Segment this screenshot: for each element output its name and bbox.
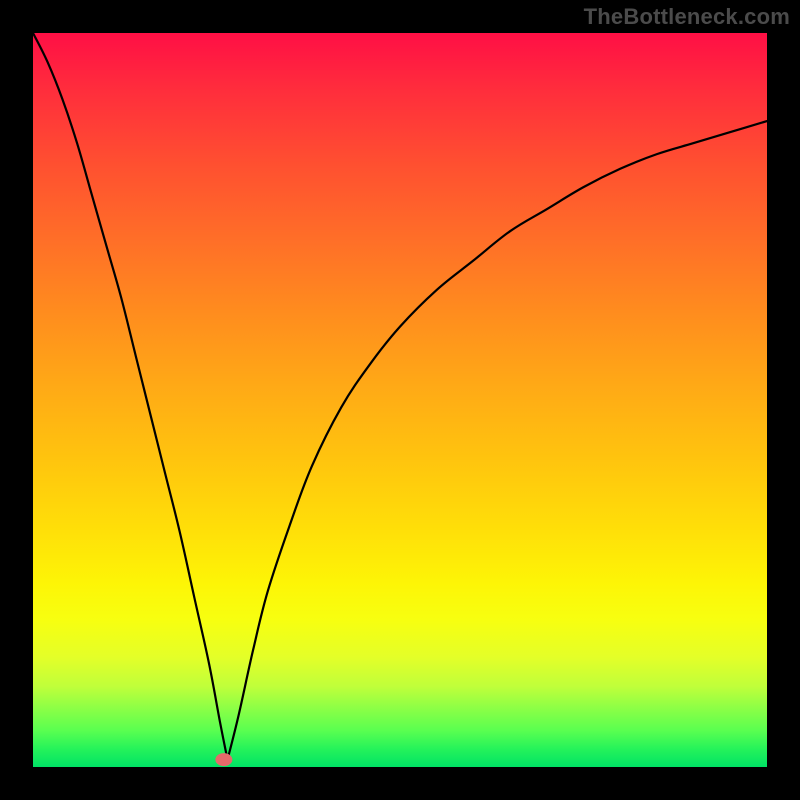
curve-left-branch bbox=[33, 33, 228, 760]
chart-frame: TheBottleneck.com bbox=[0, 0, 800, 800]
plot-area bbox=[33, 33, 767, 767]
bottleneck-curve bbox=[33, 33, 767, 767]
watermark-text: TheBottleneck.com bbox=[584, 4, 790, 30]
minimum-marker bbox=[216, 754, 232, 766]
curve-right-branch bbox=[228, 121, 767, 760]
